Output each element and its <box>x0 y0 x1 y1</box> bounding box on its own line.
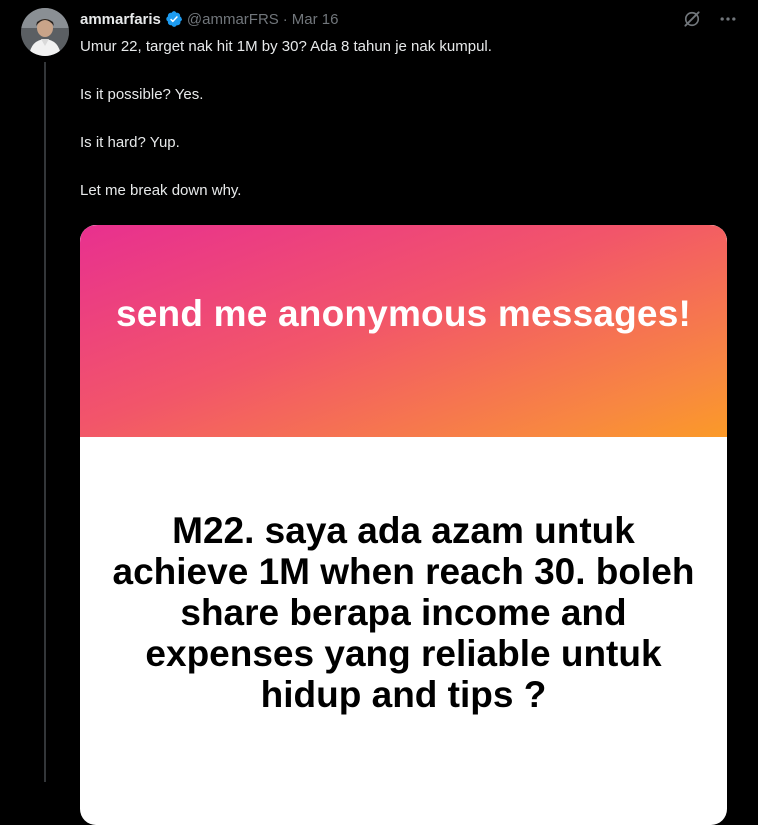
author-handle[interactable]: @ammarFRS <box>187 11 279 28</box>
author-avatar[interactable] <box>21 8 69 56</box>
tweet-header: ammarfaris @ammarFRS · Mar 16 <box>80 8 738 30</box>
author-name[interactable]: ammarfaris <box>80 11 161 28</box>
grok-icon[interactable] <box>682 9 702 29</box>
more-icon[interactable] <box>718 9 738 29</box>
verified-badge-icon <box>165 10 183 28</box>
tweet-media-image[interactable]: send me anonymous messages! M22. saya ad… <box>80 225 727 825</box>
tweet-line: Is it hard? Yup. <box>80 134 180 151</box>
tweet-text: Umur 22, target nak hit 1M by 30? Ada 8 … <box>80 37 720 229</box>
media-question: M22. saya ada azam untuk achieve 1M when… <box>112 510 695 715</box>
tweet-line: Umur 22, target nak hit 1M by 30? Ada 8 … <box>80 38 492 55</box>
media-gradient-banner: send me anonymous messages! <box>80 225 727 437</box>
card-corner-right <box>709 225 727 243</box>
separator-dot: · <box>282 10 288 28</box>
media-headline: send me anonymous messages! <box>116 293 691 334</box>
tweet-line: Let me break down why. <box>80 182 242 199</box>
tweet-line: Is it possible? Yes. <box>80 86 204 103</box>
thread-line <box>44 62 46 782</box>
card-corner-left <box>80 225 98 243</box>
header-actions <box>682 9 738 29</box>
tweet-date[interactable]: Mar 16 <box>292 11 339 28</box>
avatar-image <box>21 8 69 56</box>
